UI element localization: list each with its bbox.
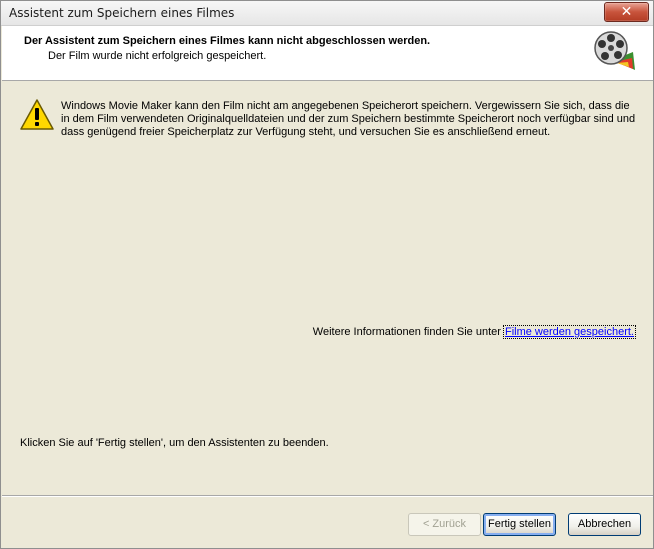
error-message: Windows Movie Maker kann den Film nicht … — [61, 100, 636, 138]
wizard-header: Der Assistent zum Speichern eines Filmes… — [2, 26, 653, 81]
button-divider — [2, 495, 653, 497]
finish-button[interactable]: Fertig stellen — [483, 513, 556, 536]
close-icon: ✕ — [620, 4, 633, 20]
more-info-text: Weitere Informationen finden Sie unter — [312, 326, 504, 338]
movie-reel-icon — [594, 31, 635, 70]
more-info-line: Weitere Informationen finden Sie unter F… — [312, 325, 637, 339]
more-info-link[interactable]: Filme werden gespeichert. — [502, 325, 637, 339]
wizard-content: Windows Movie Maker kann den Film nicht … — [2, 81, 653, 494]
back-button[interactable]: < Zurück — [408, 513, 481, 536]
finish-instruction: Klicken Sie auf 'Fertig stellen', um den… — [20, 437, 329, 449]
cancel-button[interactable]: Abbrechen — [568, 513, 641, 536]
window-title: Assistent zum Speichern eines Filmes — [9, 6, 235, 20]
header-subtitle: Der Film wurde nicht erfolgreich gespeic… — [48, 50, 267, 62]
save-movie-wizard-window: Assistent zum Speichern eines Filmes ✕ D… — [0, 0, 654, 549]
warning-icon — [20, 99, 54, 130]
close-button[interactable]: ✕ — [604, 2, 649, 22]
header-title: Der Assistent zum Speichern eines Filmes… — [24, 35, 431, 47]
title-bar[interactable]: Assistent zum Speichern eines Filmes ✕ — [1, 1, 653, 26]
